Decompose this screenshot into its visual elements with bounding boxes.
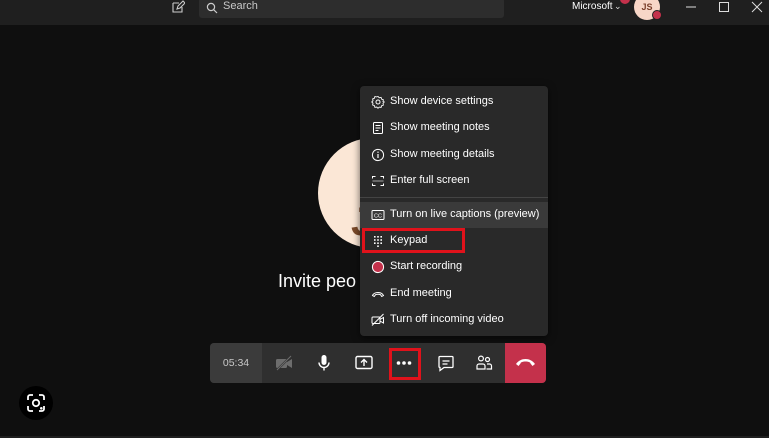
svg-text:CC: CC: [374, 214, 382, 220]
menu-item-label: Start recording: [390, 260, 463, 272]
menu-divider: [360, 197, 548, 198]
menu-item-label: Show meeting details: [390, 148, 495, 160]
chat-button[interactable]: [426, 343, 466, 383]
menu-item-label: Turn on live captions (preview): [390, 208, 540, 220]
menu-item-incoming-video[interactable]: Turn off incoming video: [360, 307, 548, 333]
maximize-icon[interactable]: [716, 0, 732, 14]
menu-item-start-recording[interactable]: Start recording: [360, 254, 548, 280]
compose-icon[interactable]: [171, 0, 186, 14]
captions-icon: CC: [371, 208, 385, 222]
end-call-icon: [371, 287, 385, 301]
leave-call-button[interactable]: [505, 343, 546, 383]
chevron-down-icon[interactable]: ⌄: [614, 1, 622, 12]
search-placeholder: Search: [223, 0, 258, 12]
gear-icon: [371, 95, 386, 109]
more-options-highlight-box: [389, 348, 421, 380]
menu-item-meeting-details[interactable]: Show meeting details: [360, 142, 548, 168]
keypad-highlight-box: [362, 228, 465, 253]
title-bar: Search Microsoft ⌄ JS: [0, 0, 769, 20]
menu-item-label: Show meeting notes: [390, 121, 490, 133]
camera-toggle-button[interactable]: [264, 343, 304, 383]
invite-people-text: Invite peo: [278, 271, 357, 291]
notes-icon: [371, 121, 385, 135]
call-toolbar: 05:34: [210, 343, 546, 383]
search-box[interactable]: Search: [199, 0, 504, 18]
video-off-icon: [371, 313, 385, 327]
fullscreen-icon: [371, 174, 385, 188]
menu-item-label: Turn off incoming video: [390, 313, 504, 325]
participants-button[interactable]: [464, 343, 504, 383]
call-timer: 05:34: [210, 343, 262, 383]
org-switcher[interactable]: Microsoft: [572, 1, 613, 12]
menu-item-device-settings[interactable]: Show device settings: [360, 89, 548, 115]
presence-status-icon: [652, 10, 662, 20]
menu-item-label: Enter full screen: [390, 174, 470, 186]
menu-item-meeting-notes[interactable]: Show meeting notes: [360, 115, 548, 141]
mic-toggle-button[interactable]: [304, 343, 344, 383]
search-icon: [206, 1, 218, 19]
info-icon: [371, 148, 385, 162]
minimize-icon[interactable]: [683, 0, 699, 14]
menu-item-end-meeting[interactable]: End meeting: [360, 281, 548, 307]
menu-item-label: End meeting: [390, 287, 452, 299]
menu-item-live-captions[interactable]: CC Turn on live captions (preview): [360, 202, 548, 228]
menu-item-label: Show device settings: [390, 95, 494, 107]
google-lens-button[interactable]: [19, 386, 53, 420]
close-icon[interactable]: [749, 0, 765, 14]
more-options-menu: Show device settings Show meeting notes …: [360, 86, 548, 336]
share-screen-button[interactable]: [344, 343, 384, 383]
menu-item-full-screen[interactable]: Enter full screen: [360, 168, 548, 194]
record-icon: [371, 260, 385, 274]
